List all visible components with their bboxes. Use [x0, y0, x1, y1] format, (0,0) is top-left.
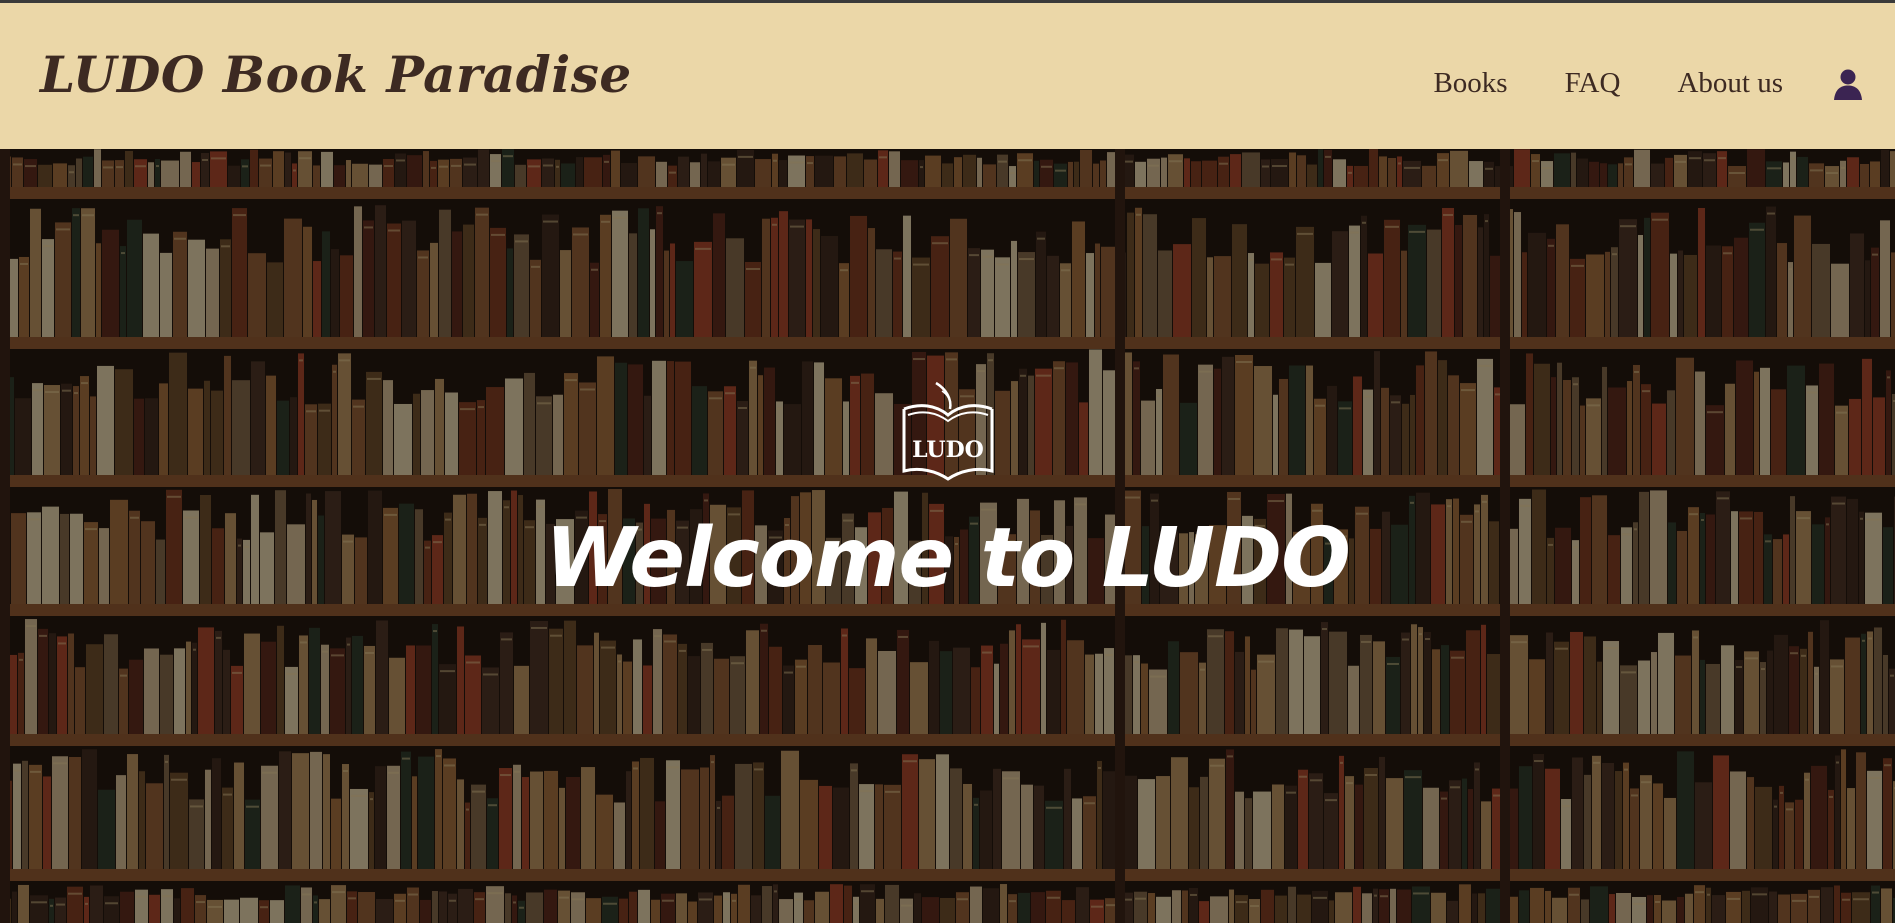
ludo-logo: LUDO — [898, 379, 998, 489]
open-book-icon — [902, 381, 994, 481]
navbar: LUDO Book Paradise Books FAQ About us — [0, 3, 1895, 149]
hero-title: Welcome to LUDO — [545, 511, 1351, 606]
nav-link-books[interactable]: Books — [1433, 67, 1507, 100]
site-brand[interactable]: LUDO Book Paradise — [40, 45, 632, 104]
nav-link-about-us[interactable]: About us — [1677, 67, 1783, 100]
logo-text: LUDO — [912, 437, 984, 463]
nav-link-faq[interactable]: FAQ — [1565, 67, 1621, 100]
hero-section: LUDO Welcome to LUDO — [0, 149, 1895, 923]
nav-links: Books FAQ About us — [1376, 67, 1863, 100]
user-icon[interactable] — [1833, 68, 1863, 100]
